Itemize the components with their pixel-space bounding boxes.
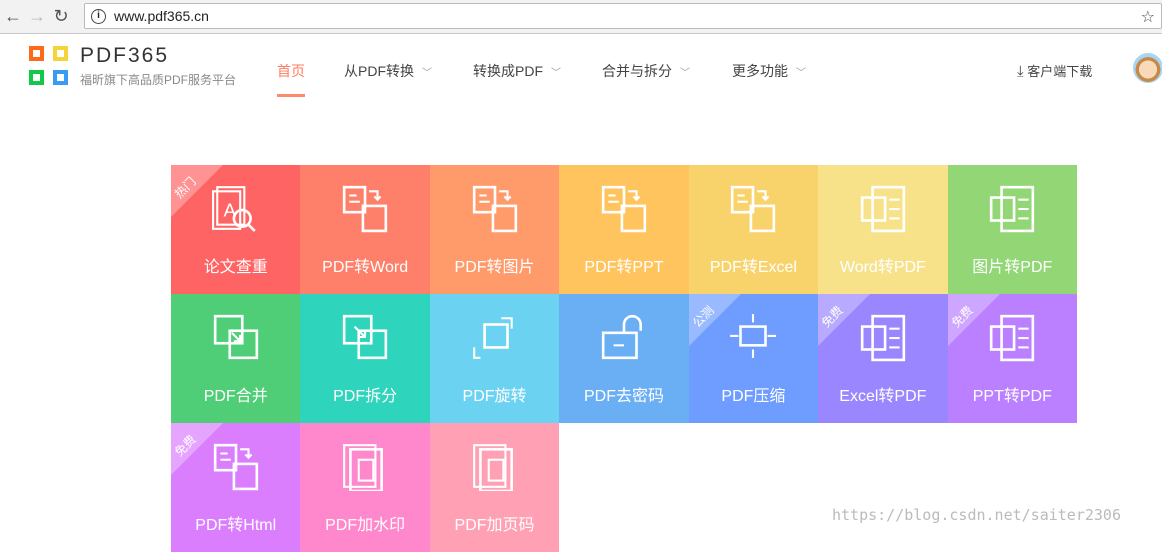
browser-toolbar: ← → ↻ i www.pdf365.cn ☆ [0,0,1162,34]
tool-label: PDF转Html [195,517,277,534]
unlock-icon [601,314,642,360]
tool-tile[interactable]: PDF转Excel [688,165,819,294]
brand-name[interactable]: PDF365 [80,44,169,68]
merge-icon [213,314,258,360]
tool-label: PDF转PPT [584,259,664,276]
convert-icon [731,185,776,233]
nav-label: 更多功能 [732,63,788,79]
url-text[interactable]: www.pdf365.cn [114,8,209,24]
tool-label: 图片转PDF [972,259,1053,276]
nav-home[interactable]: 首页 [277,61,305,97]
convert-icon [342,185,388,233]
reload-icon[interactable]: ↻ [50,6,72,27]
tool-tile[interactable]: 免费 PPT转PDF [947,294,1077,423]
site-header: PDF365 福昕旗下高品质PDF服务平台 首页 从PDF转换 ﹀ 转换成PDF ﹀… [0,34,1162,104]
tool-label: 论文查重 [203,259,268,276]
nav-merge-split[interactable]: 合并与拆分 ﹀ [602,61,690,81]
tool-label: PDF旋转 [462,388,527,405]
convert-icon [601,185,647,233]
tool-tile[interactable]: 免费 PDF转Html [171,423,301,552]
tool-tile[interactable]: PDF拆分 [300,294,430,423]
nav-more[interactable]: 更多功能 ﹀ [732,61,806,81]
tool-label: PDF加水印 [325,517,406,534]
nav-to-pdf[interactable]: 转换成PDF ﹀ [473,61,561,81]
tool-label: PDF转图片 [454,259,535,276]
logo-icon[interactable] [29,46,69,86]
tool-grid: A 热门 论文查重 PDF转Word PDF转图片 PDF转PPT PDF转Excel Wor… [171,165,1077,552]
chevron-down-icon: ﹀ [422,68,432,79]
convert-icon [472,185,517,233]
tool-label: PDF转Excel [709,259,797,276]
stack-icon [343,444,384,491]
tool-tile[interactable]: PDF去密码 [559,294,689,423]
tool-label: PDF去密码 [583,388,664,405]
tool-label: Word转PDF [839,259,926,276]
tool-label: PDF合并 [203,388,268,405]
tool-tile[interactable]: PDF合并 [171,294,301,423]
tool-tile[interactable]: PDF加水印 [300,423,430,552]
info-icon[interactable]: i [91,8,106,24]
tool-tile[interactable]: PDF转图片 [429,165,560,294]
tool-label: Excel转PDF [839,388,927,405]
watermark: https://blog.csdn.net/saiter2306 [832,506,1121,524]
slogan: 福昕旗下高品质PDF服务平台 [80,73,237,87]
client-download-link[interactable]: ⤓ 客户端下载 [1017,61,1092,80]
tool-tile[interactable]: 图片转PDF [947,165,1077,294]
tool-tile[interactable]: A 热门 论文查重 [171,165,301,294]
download-icon: ⤓ [1017,63,1024,80]
nav-label: 转换成PDF [473,63,543,79]
bookmark-star-icon[interactable]: ☆ [1141,7,1155,27]
stack-icon [472,444,513,491]
tool-label: PDF拆分 [333,388,398,405]
chevron-down-icon: ﹀ [680,68,690,79]
rotate-icon [472,317,513,359]
nav-label: 从PDF转换 [344,63,414,79]
doc-icon [860,185,905,233]
split-icon [342,314,388,360]
download-label: 客户端下载 [1027,64,1093,79]
tool-tile[interactable]: PDF转Word [300,165,430,294]
tool-tile[interactable]: PDF转PPT [559,165,689,294]
nav-from-pdf[interactable]: 从PDF转换 ﹀ [344,61,432,81]
tool-label: PDF加页码 [454,517,535,534]
nav-label: 首页 [277,63,305,79]
forward-icon[interactable]: → [26,6,48,27]
address-bar[interactable]: i www.pdf365.cn ☆ [84,3,1162,29]
avatar[interactable] [1133,53,1162,83]
tool-tile[interactable]: PDF加页码 [429,423,560,552]
chevron-down-icon: ﹀ [551,68,561,79]
doc-icon [990,185,1035,233]
nav-label: 合并与拆分 [602,63,672,79]
tool-tile[interactable]: PDF旋转 [429,294,560,423]
back-icon[interactable]: ← [2,6,24,27]
tool-label: PPT转PDF [972,388,1052,405]
chevron-down-icon: ﹀ [796,68,806,79]
tool-tile[interactable]: Word转PDF [818,165,948,294]
tool-tile[interactable]: 公测 PDF压缩 [688,294,819,423]
tool-label: PDF压缩 [721,388,786,405]
tool-tile[interactable]: 免费 Excel转PDF [818,294,948,423]
tool-label: PDF转Word [322,259,409,276]
